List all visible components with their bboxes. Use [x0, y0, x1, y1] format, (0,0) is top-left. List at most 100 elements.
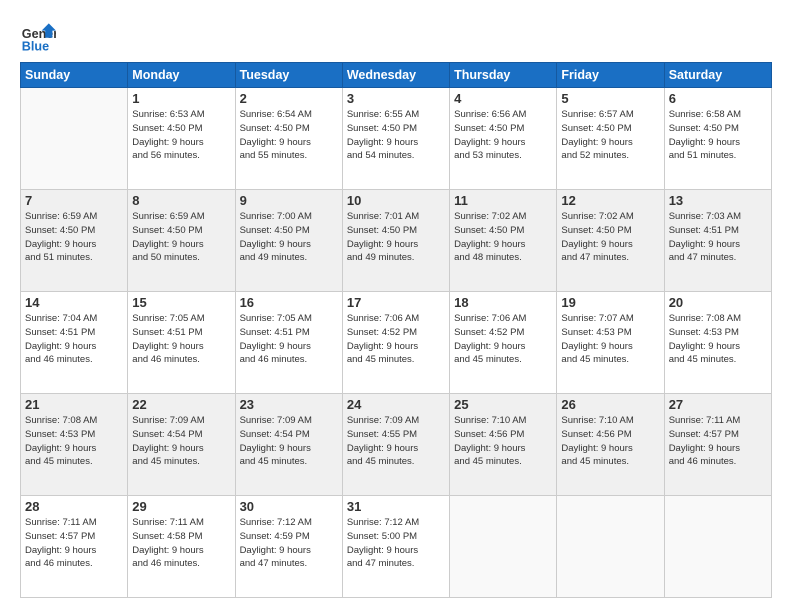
svg-text:Blue: Blue — [22, 39, 49, 53]
day-number: 20 — [669, 295, 767, 310]
calendar-cell: 28 Sunrise: 7:11 AM Sunset: 4:57 PM Dayli… — [21, 496, 128, 598]
calendar-cell: 9 Sunrise: 7:00 AM Sunset: 4:50 PM Daylig… — [235, 190, 342, 292]
calendar-cell: 31 Sunrise: 7:12 AM Sunset: 5:00 PM Dayli… — [342, 496, 449, 598]
weekday-header-row: SundayMondayTuesdayWednesdayThursdayFrid… — [21, 63, 772, 88]
day-number: 29 — [132, 499, 230, 514]
day-info: Sunrise: 7:09 AM Sunset: 4:54 PM Dayligh… — [132, 414, 230, 469]
calendar-cell — [664, 496, 771, 598]
page: General Blue SundayMondayTuesdayWednesda… — [0, 0, 792, 612]
day-number: 1 — [132, 91, 230, 106]
header: General Blue — [20, 18, 772, 54]
day-info: Sunrise: 7:06 AM Sunset: 4:52 PM Dayligh… — [347, 312, 445, 367]
calendar-week-row: 14Sunrise: 7:04 AM Sunset: 4:51 PM Dayli… — [21, 292, 772, 394]
calendar-cell: 3 Sunrise: 6:55 AM Sunset: 4:50 PM Daylig… — [342, 88, 449, 190]
day-info: Sunrise: 7:08 AM Sunset: 4:53 PM Dayligh… — [669, 312, 767, 367]
calendar-cell: 10Sunrise: 7:01 AM Sunset: 4:50 PM Dayli… — [342, 190, 449, 292]
day-info: Sunrise: 6:59 AM Sunset: 4:50 PM Dayligh… — [25, 210, 123, 265]
calendar-cell: 26 Sunrise: 7:10 AM Sunset: 4:56 PM Dayli… — [557, 394, 664, 496]
calendar-cell: 27 Sunrise: 7:11 AM Sunset: 4:57 PM Dayli… — [664, 394, 771, 496]
calendar-cell: 29 Sunrise: 7:11 AM Sunset: 4:58 PM Dayli… — [128, 496, 235, 598]
day-number: 16 — [240, 295, 338, 310]
calendar-cell: 16 Sunrise: 7:05 AM Sunset: 4:51 PM Dayli… — [235, 292, 342, 394]
weekday-saturday: Saturday — [664, 63, 771, 88]
day-info: Sunrise: 7:08 AM Sunset: 4:53 PM Dayligh… — [25, 414, 123, 469]
day-number: 14 — [25, 295, 123, 310]
weekday-monday: Monday — [128, 63, 235, 88]
calendar-cell: 30 Sunrise: 7:12 AM Sunset: 4:59 PM Dayli… — [235, 496, 342, 598]
day-number: 9 — [240, 193, 338, 208]
calendar-cell: 5 Sunrise: 6:57 AM Sunset: 4:50 PM Daylig… — [557, 88, 664, 190]
weekday-tuesday: Tuesday — [235, 63, 342, 88]
day-number: 22 — [132, 397, 230, 412]
day-info: Sunrise: 7:10 AM Sunset: 4:56 PM Dayligh… — [454, 414, 552, 469]
calendar-cell: 13 Sunrise: 7:03 AM Sunset: 4:51 PM Dayli… — [664, 190, 771, 292]
weekday-sunday: Sunday — [21, 63, 128, 88]
day-number: 5 — [561, 91, 659, 106]
day-number: 30 — [240, 499, 338, 514]
calendar-cell: 18Sunrise: 7:06 AM Sunset: 4:52 PM Dayli… — [450, 292, 557, 394]
day-info: Sunrise: 7:12 AM Sunset: 4:59 PM Dayligh… — [240, 516, 338, 571]
day-info: Sunrise: 7:11 AM Sunset: 4:57 PM Dayligh… — [25, 516, 123, 571]
day-info: Sunrise: 7:05 AM Sunset: 4:51 PM Dayligh… — [240, 312, 338, 367]
calendar-cell — [450, 496, 557, 598]
day-info: Sunrise: 6:53 AM Sunset: 4:50 PM Dayligh… — [132, 108, 230, 163]
calendar-cell: 7 Sunrise: 6:59 AM Sunset: 4:50 PM Daylig… — [21, 190, 128, 292]
day-info: Sunrise: 6:56 AM Sunset: 4:50 PM Dayligh… — [454, 108, 552, 163]
calendar-week-row: 7 Sunrise: 6:59 AM Sunset: 4:50 PM Daylig… — [21, 190, 772, 292]
day-info: Sunrise: 7:03 AM Sunset: 4:51 PM Dayligh… — [669, 210, 767, 265]
day-number: 31 — [347, 499, 445, 514]
day-info: Sunrise: 7:00 AM Sunset: 4:50 PM Dayligh… — [240, 210, 338, 265]
day-number: 8 — [132, 193, 230, 208]
day-info: Sunrise: 6:54 AM Sunset: 4:50 PM Dayligh… — [240, 108, 338, 163]
calendar-cell: 17Sunrise: 7:06 AM Sunset: 4:52 PM Dayli… — [342, 292, 449, 394]
day-info: Sunrise: 7:09 AM Sunset: 4:55 PM Dayligh… — [347, 414, 445, 469]
day-info: Sunrise: 7:05 AM Sunset: 4:51 PM Dayligh… — [132, 312, 230, 367]
day-info: Sunrise: 7:11 AM Sunset: 4:58 PM Dayligh… — [132, 516, 230, 571]
calendar-cell: 6 Sunrise: 6:58 AM Sunset: 4:50 PM Daylig… — [664, 88, 771, 190]
calendar-cell: 2Sunrise: 6:54 AM Sunset: 4:50 PM Daylig… — [235, 88, 342, 190]
calendar-cell — [21, 88, 128, 190]
day-info: Sunrise: 7:02 AM Sunset: 4:50 PM Dayligh… — [561, 210, 659, 265]
day-number: 15 — [132, 295, 230, 310]
day-info: Sunrise: 7:07 AM Sunset: 4:53 PM Dayligh… — [561, 312, 659, 367]
day-number: 21 — [25, 397, 123, 412]
calendar-cell: 8Sunrise: 6:59 AM Sunset: 4:50 PM Daylig… — [128, 190, 235, 292]
calendar-cell: 20 Sunrise: 7:08 AM Sunset: 4:53 PM Dayli… — [664, 292, 771, 394]
calendar-cell: 23 Sunrise: 7:09 AM Sunset: 4:54 PM Dayli… — [235, 394, 342, 496]
day-number: 13 — [669, 193, 767, 208]
day-info: Sunrise: 6:58 AM Sunset: 4:50 PM Dayligh… — [669, 108, 767, 163]
calendar-cell: 19Sunrise: 7:07 AM Sunset: 4:53 PM Dayli… — [557, 292, 664, 394]
day-number: 28 — [25, 499, 123, 514]
calendar-cell: 11Sunrise: 7:02 AM Sunset: 4:50 PM Dayli… — [450, 190, 557, 292]
calendar-cell: 14Sunrise: 7:04 AM Sunset: 4:51 PM Dayli… — [21, 292, 128, 394]
weekday-friday: Friday — [557, 63, 664, 88]
day-number: 26 — [561, 397, 659, 412]
day-number: 3 — [347, 91, 445, 106]
calendar-cell: 4 Sunrise: 6:56 AM Sunset: 4:50 PM Daylig… — [450, 88, 557, 190]
day-number: 23 — [240, 397, 338, 412]
day-number: 12 — [561, 193, 659, 208]
weekday-wednesday: Wednesday — [342, 63, 449, 88]
day-info: Sunrise: 6:55 AM Sunset: 4:50 PM Dayligh… — [347, 108, 445, 163]
calendar-table: SundayMondayTuesdayWednesdayThursdayFrid… — [20, 62, 772, 598]
day-number: 25 — [454, 397, 552, 412]
logo-icon: General Blue — [20, 18, 56, 54]
day-number: 7 — [25, 193, 123, 208]
calendar-cell: 21 Sunrise: 7:08 AM Sunset: 4:53 PM Dayli… — [21, 394, 128, 496]
day-info: Sunrise: 7:11 AM Sunset: 4:57 PM Dayligh… — [669, 414, 767, 469]
day-info: Sunrise: 7:12 AM Sunset: 5:00 PM Dayligh… — [347, 516, 445, 571]
day-number: 10 — [347, 193, 445, 208]
day-info: Sunrise: 6:57 AM Sunset: 4:50 PM Dayligh… — [561, 108, 659, 163]
day-info: Sunrise: 7:10 AM Sunset: 4:56 PM Dayligh… — [561, 414, 659, 469]
calendar-cell: 22 Sunrise: 7:09 AM Sunset: 4:54 PM Dayli… — [128, 394, 235, 496]
day-number: 6 — [669, 91, 767, 106]
calendar-cell: 24 Sunrise: 7:09 AM Sunset: 4:55 PM Dayli… — [342, 394, 449, 496]
day-number: 24 — [347, 397, 445, 412]
day-info: Sunrise: 7:09 AM Sunset: 4:54 PM Dayligh… — [240, 414, 338, 469]
day-info: Sunrise: 7:02 AM Sunset: 4:50 PM Dayligh… — [454, 210, 552, 265]
day-number: 4 — [454, 91, 552, 106]
day-number: 27 — [669, 397, 767, 412]
day-info: Sunrise: 7:06 AM Sunset: 4:52 PM Dayligh… — [454, 312, 552, 367]
calendar-cell: 15 Sunrise: 7:05 AM Sunset: 4:51 PM Dayli… — [128, 292, 235, 394]
weekday-thursday: Thursday — [450, 63, 557, 88]
